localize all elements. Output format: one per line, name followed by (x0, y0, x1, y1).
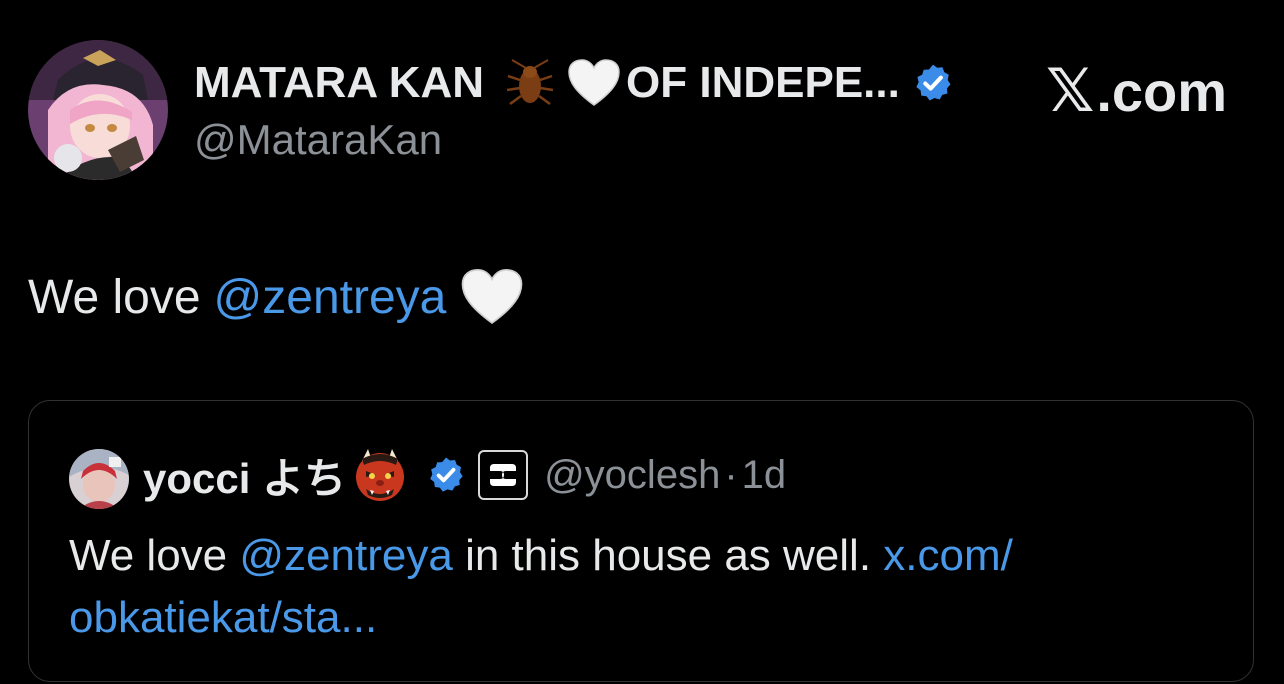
tweet-text-prefix: We love (28, 270, 201, 324)
verified-badge-icon[interactable] (426, 455, 466, 495)
quote-tweet-card[interactable]: yocci よち @yoclesh · 1d We love @zentreya… (28, 400, 1254, 682)
brand-label: .com (1096, 59, 1228, 123)
quote-text-prefix: We love (69, 531, 228, 580)
author-avatar[interactable] (28, 40, 168, 180)
affiliate-badge-icon[interactable] (478, 450, 529, 500)
x-brand-link[interactable]: 𝕏 .com (1046, 56, 1227, 126)
quote-mention-link[interactable]: @zentreya (239, 531, 452, 580)
verified-badge-icon[interactable] (912, 62, 954, 104)
separator-dot: · (724, 452, 738, 497)
author-name[interactable]: MATARA KAN OF INDEPE... (194, 58, 954, 108)
quote-url-link-part1[interactable]: x.com/ (883, 531, 1013, 580)
tweet-mention-link[interactable]: @zentreya (214, 270, 447, 325)
ogre-emoji-icon (352, 447, 408, 503)
quote-header: yocci よち @yoclesh · 1d (143, 445, 786, 505)
quote-url-link-part2[interactable]: obkatiekat/sta... (69, 593, 377, 642)
tweet-text: We love @zentreya (28, 262, 525, 332)
quote-text: We love @zentreya in this house as well.… (69, 525, 1199, 649)
quote-author-name[interactable]: yocci よち (143, 445, 346, 506)
quote-text-middle: in this house as well. (465, 531, 872, 580)
x-logo-icon: 𝕏 (1046, 57, 1095, 124)
author-name-part2: OF INDEPE... (626, 58, 900, 107)
white-heart-emoji-icon (566, 58, 622, 108)
author-name-part1: MATARA KAN (194, 58, 485, 107)
white-heart-emoji-icon (459, 267, 525, 327)
author-handle[interactable]: @MataraKan (194, 116, 442, 164)
quote-author-avatar[interactable] (69, 449, 129, 509)
quote-author-handle[interactable]: @yoclesh (544, 453, 720, 498)
quote-timestamp[interactable]: 1d (742, 453, 787, 498)
cockroach-emoji-icon (502, 58, 558, 108)
